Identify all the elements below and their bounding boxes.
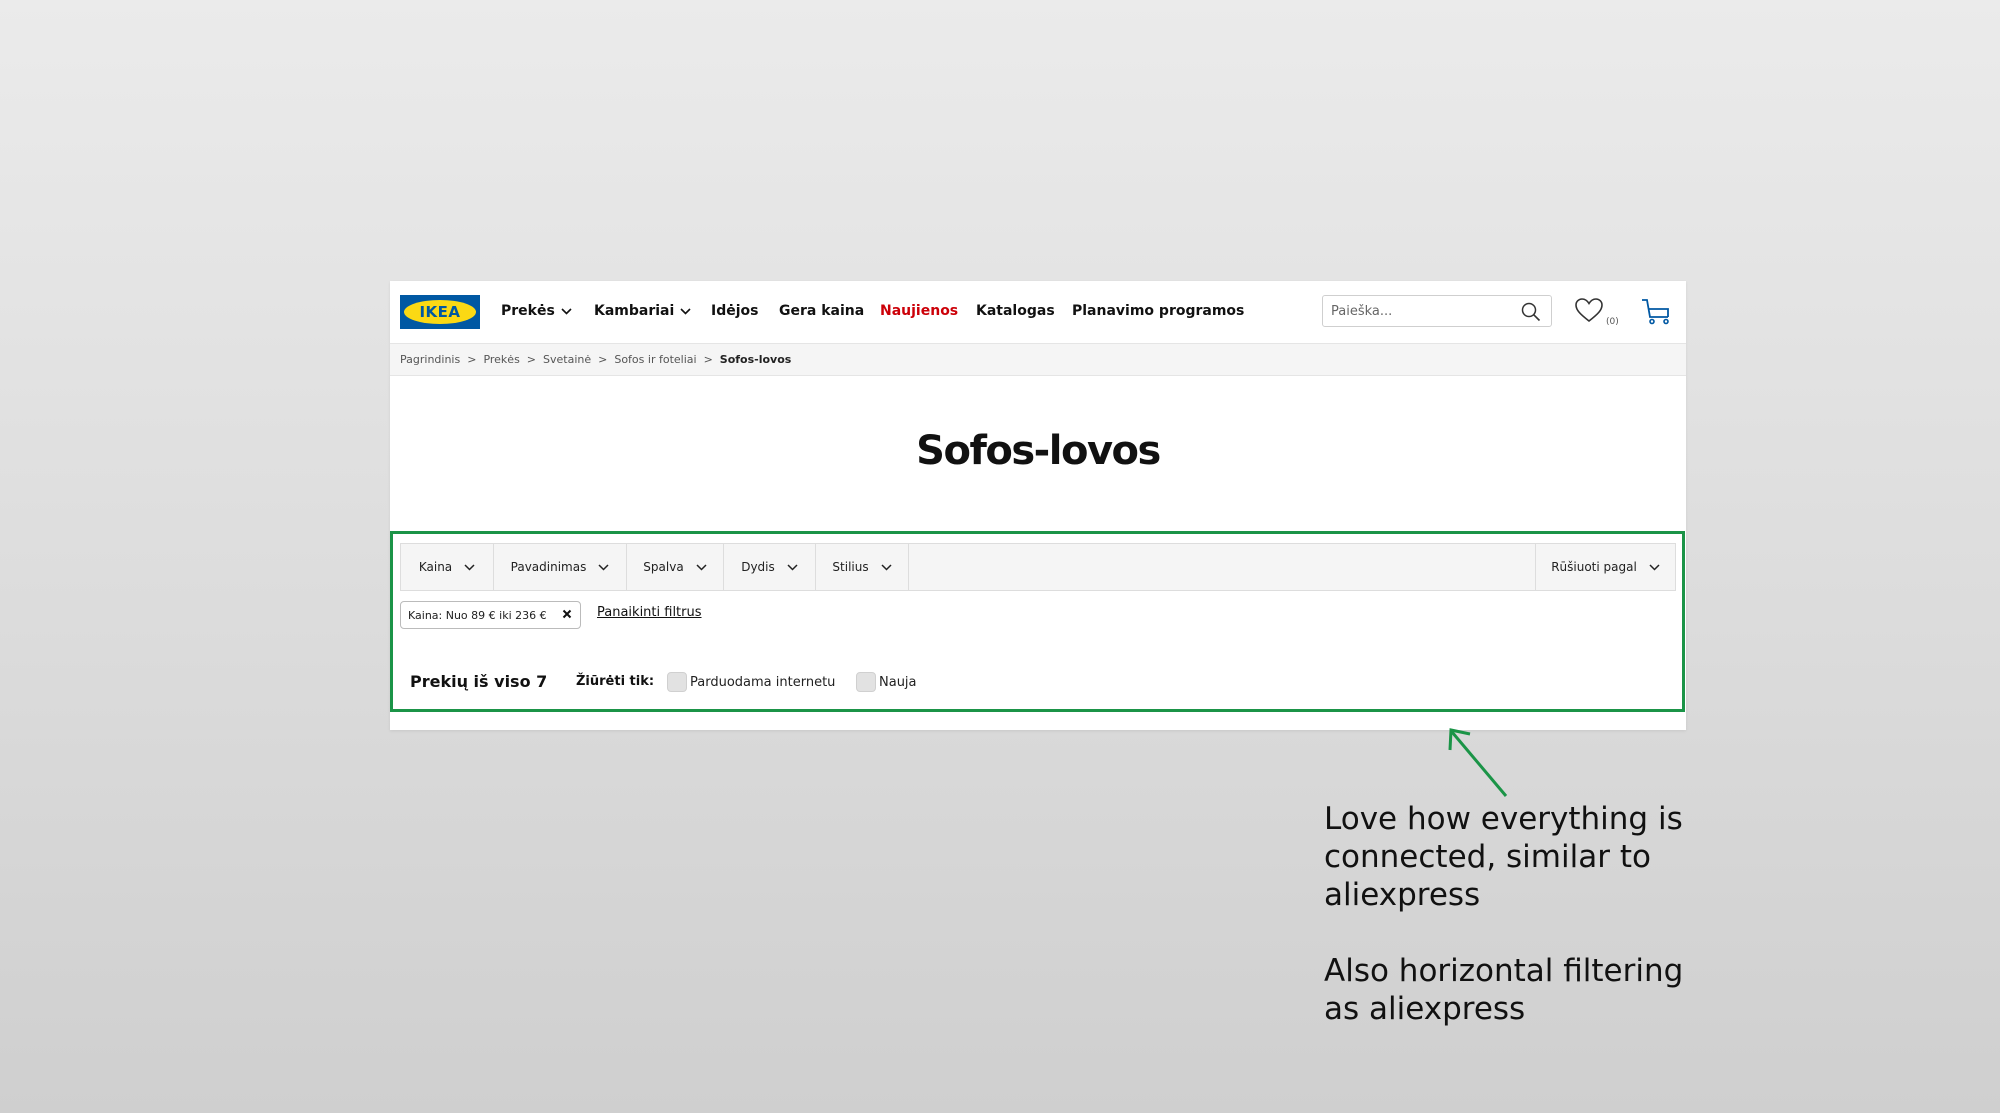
filter-pavadinimas[interactable]: Pavadinimas (494, 544, 627, 590)
shopping-cart-icon[interactable] (1640, 297, 1672, 325)
breadcrumb-item[interactable]: Svetainė (543, 353, 591, 366)
nav-label: Planavimo programos (1072, 303, 1245, 319)
filter-stilius[interactable]: Stilius (816, 544, 909, 590)
chevron-down-icon (787, 563, 798, 571)
nav-label: Katalogas (976, 303, 1055, 319)
breadcrumb-separator: > (467, 353, 477, 366)
nav-label: Kambariai (594, 303, 675, 319)
breadcrumb-item[interactable]: Pagrindinis (400, 353, 460, 366)
chevron-down-icon (598, 563, 609, 571)
online-checkbox-label[interactable]: Parduodama internetu (690, 675, 835, 690)
nav-label: Naujienos (880, 303, 959, 319)
logo-oval: IKEA (404, 300, 476, 324)
sort-label: Rūšiuoti pagal (1551, 560, 1637, 574)
nav-item-kambariai[interactable]: Kambariai (594, 303, 691, 319)
filter-label: Stilius (832, 560, 869, 574)
breadcrumb-separator: > (526, 353, 537, 366)
breadcrumb-current: Sofos-lovos (719, 353, 792, 366)
nav-item-prekes[interactable]: Prekės (501, 303, 572, 319)
results-total: Prekių iš viso 7 (410, 672, 548, 691)
close-icon[interactable] (561, 608, 573, 620)
filter-label: Spalva (643, 560, 684, 574)
chevron-down-icon (680, 307, 691, 315)
sort-dropdown[interactable]: Rūšiuoti pagal (1535, 544, 1675, 590)
nav-item-idejos[interactable]: Idėjos (711, 303, 758, 319)
chevron-down-icon (696, 563, 707, 571)
site-header: IKEA Prekės Kambariai Idėjos Gera kaina … (390, 281, 1686, 344)
search-icon[interactable] (1521, 302, 1541, 322)
search-input[interactable] (1331, 300, 1511, 322)
annotation-line-1: Love how everything is connected, simila… (1324, 801, 1683, 913)
chevron-down-icon (1649, 563, 1660, 571)
nav-item-katalogas[interactable]: Katalogas (976, 303, 1055, 319)
clear-filters-link[interactable]: Panaikinti filtrus (597, 605, 702, 620)
nav-item-planavimo-programos[interactable]: Planavimo programos (1072, 303, 1244, 319)
breadcrumb-separator: > (598, 353, 608, 366)
filter-label: Pavadinimas (510, 560, 587, 574)
screenshot-panel: IKEA Prekės Kambariai Idėjos Gera kaina … (390, 281, 1686, 730)
nav-label: Idėjos (711, 303, 759, 319)
online-checkbox[interactable] (667, 672, 687, 692)
new-checkbox-label[interactable]: Nauja (879, 675, 917, 690)
filter-label: Kaina (418, 560, 453, 574)
annotation-line-2: Also horizontal filtering as aliexpress (1324, 953, 1684, 1027)
chevron-down-icon (464, 563, 475, 571)
nav-label: Prekės (501, 303, 555, 319)
filter-spalva[interactable]: Spalva (627, 544, 724, 590)
active-filter-label: Kaina: Nuo 89 € iki 236 € (408, 608, 547, 622)
breadcrumb-item[interactable]: Sofos ir foteliai (614, 353, 696, 366)
wishlist-count: (0) (1606, 317, 1619, 327)
new-checkbox[interactable] (856, 672, 876, 692)
active-filter-chip: Kaina: Nuo 89 € iki 236 € (400, 601, 581, 629)
chevron-down-icon (881, 563, 892, 571)
view-only-label: Žiūrėti tik: (576, 674, 655, 689)
heart-icon[interactable] (1574, 297, 1604, 323)
filter-bar: Kaina Pavadinimas Spalva Dydis Stilius R… (400, 543, 1676, 591)
filter-label: Dydis (741, 560, 775, 574)
annotation-arrow-icon (1448, 728, 1508, 797)
breadcrumb-separator: > (703, 353, 713, 366)
page-title: Sofos-lovos (916, 428, 1161, 474)
filter-kaina[interactable]: Kaina (401, 544, 494, 590)
annotation-text: Love how everything is connected, simila… (1324, 800, 1684, 1028)
breadcrumb-item[interactable]: Prekės (483, 353, 519, 366)
chevron-down-icon (561, 307, 572, 315)
search-box (1322, 295, 1552, 327)
nav-item-gera-kaina[interactable]: Gera kaina (779, 303, 864, 319)
nav-label: Gera kaina (779, 303, 865, 319)
logo-text: IKEA (419, 303, 461, 321)
filter-dydis[interactable]: Dydis (724, 544, 816, 590)
ikea-logo[interactable]: IKEA (400, 295, 480, 329)
nav-item-naujienos[interactable]: Naujienos (880, 303, 958, 319)
breadcrumb: Pagrindinis > Prekės > Svetainė > Sofos … (390, 344, 1686, 376)
